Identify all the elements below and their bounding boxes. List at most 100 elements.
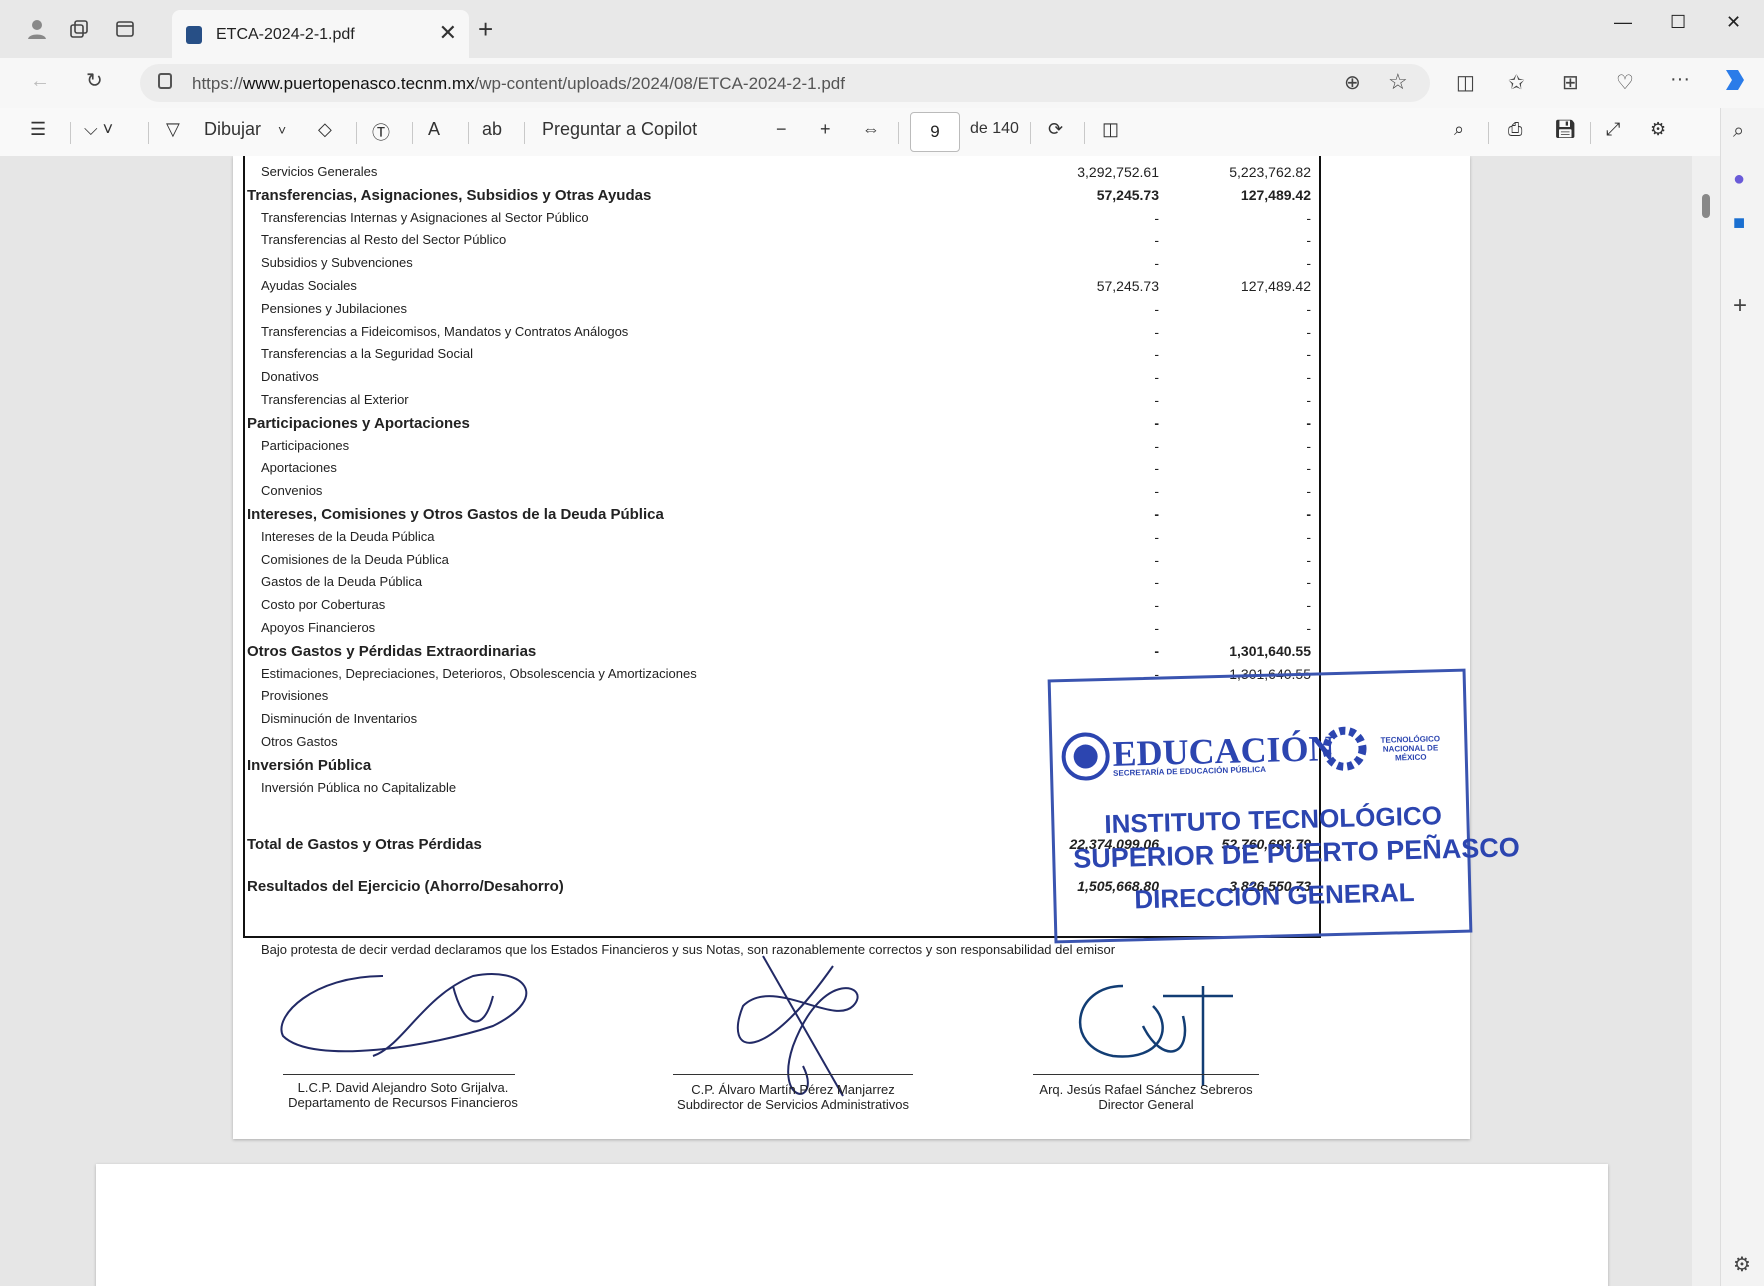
- table-row: Transferencias Internas y Asignaciones a…: [245, 210, 1319, 232]
- print-icon[interactable]: ⎙: [1508, 119, 1522, 140]
- row-value-2024: -: [1154, 528, 1159, 545]
- table-row: Donativos - -: [245, 369, 1319, 391]
- draw-button[interactable]: Dibujar: [204, 119, 261, 140]
- row-value-2023: 127,489.42: [1240, 278, 1311, 294]
- row-value-2023: -: [1306, 300, 1311, 317]
- rotate-icon[interactable]: ⟳: [1048, 119, 1063, 140]
- edge-sidebar: ⌕ ● ■ + ⚙: [1720, 108, 1764, 1286]
- zoom-out-button[interactable]: −: [776, 119, 787, 140]
- row-value-2024: -: [1154, 506, 1159, 522]
- workspaces-icon[interactable]: [64, 14, 94, 44]
- row-label: Disminución de Inventarios: [261, 711, 418, 727]
- profile-icon[interactable]: [22, 14, 52, 44]
- row-value-2023: -: [1306, 232, 1311, 249]
- address-row: ← ↻ https://www.puertopenasco.tecnm.mx/w…: [0, 58, 1764, 108]
- text-box-icon[interactable]: Ⓣ: [372, 119, 390, 145]
- row-label: Gastos de la Deuda Pública: [261, 574, 423, 590]
- tab-active[interactable]: ETCA-2024-2-1.pdf ✕: [172, 10, 469, 58]
- table-row: Apoyos Financieros - -: [245, 620, 1319, 642]
- signature-3: [1078, 984, 1233, 1086]
- row-value-2023: -: [1306, 506, 1311, 522]
- collections-icon[interactable]: ⊞: [1562, 70, 1579, 95]
- row-value-2023: -: [1306, 437, 1311, 454]
- row-label: Otros Gastos y Pérdidas Extraordinarias: [247, 642, 537, 660]
- draw-dropdown-icon[interactable]: ˅: [278, 122, 286, 138]
- row-label: Ayudas Sociales: [261, 278, 357, 293]
- back-icon[interactable]: ←: [30, 70, 50, 93]
- ask-copilot-button[interactable]: Preguntar a Copilot: [542, 119, 697, 140]
- site-info-icon[interactable]: [158, 73, 172, 89]
- close-tab-icon[interactable]: ✕: [439, 20, 457, 46]
- row-label: Inversión Pública: [247, 756, 372, 774]
- divider: [70, 122, 71, 144]
- table-row: Costo por Coberturas - -: [245, 597, 1319, 619]
- row-label: Transferencias a la Seguridad Social: [261, 346, 473, 362]
- page-number-input[interactable]: 9: [910, 112, 960, 152]
- translate-icon[interactable]: ab: [482, 119, 502, 140]
- pdf-page-next: [96, 1164, 1608, 1286]
- row-value-2023: -: [1306, 460, 1311, 477]
- close-window-button[interactable]: ✕: [1726, 12, 1741, 33]
- table-row: Gastos de la Deuda Pública - -: [245, 574, 1319, 596]
- row-value-2023: -: [1306, 483, 1311, 500]
- row-label: Participaciones: [261, 437, 350, 453]
- title-bar: ETCA-2024-2-1.pdf ✕ + — ☐ ✕: [0, 0, 1764, 58]
- url-text[interactable]: https://www.puertopenasco.tecnm.mx/wp-co…: [192, 74, 845, 94]
- contents-icon[interactable]: ☰: [30, 119, 46, 140]
- row-value-2024: 57,245.73: [1096, 186, 1159, 203]
- sidebar-m365-icon[interactable]: ●: [1733, 168, 1745, 191]
- fullscreen-icon[interactable]: ⤢: [1606, 119, 1620, 140]
- search-icon[interactable]: ⌕: [1454, 119, 1464, 140]
- more-menu-icon[interactable]: ···: [1670, 68, 1690, 91]
- row-label: Transferencias al Resto del Sector Públi…: [261, 232, 507, 248]
- draw-icon[interactable]: ▽: [166, 119, 180, 140]
- minimize-button[interactable]: —: [1614, 12, 1632, 33]
- fit-width-icon[interactable]: ⇔: [862, 119, 880, 140]
- zoom-in-button[interactable]: +: [820, 119, 831, 140]
- copilot-icon[interactable]: [1720, 66, 1748, 100]
- table-row: Transferencias al Exterior - -: [245, 392, 1319, 414]
- eraser-icon[interactable]: ◇: [318, 119, 332, 140]
- highlight-icon[interactable]: ⌵ ˅: [84, 119, 113, 140]
- table-row: Transferencias, Asignaciones, Subsidios …: [245, 187, 1319, 209]
- row-value-2024: 3,292,752.61: [1077, 164, 1159, 180]
- scrollbar-thumb[interactable]: [1702, 194, 1710, 218]
- sidebar-settings-icon[interactable]: ⚙: [1733, 1252, 1751, 1277]
- settings-icon[interactable]: ⚙: [1650, 119, 1666, 140]
- table-row: Comisiones de la Deuda Pública - -: [245, 552, 1319, 574]
- row-label: Costo por Coberturas: [261, 597, 386, 613]
- row-value-2023: 127,489.42: [1240, 186, 1311, 203]
- row-label: Transferencias, Asignaciones, Subsidios …: [247, 186, 652, 204]
- favorite-star-icon[interactable]: ☆: [1388, 69, 1408, 95]
- sidebar-outlook-icon[interactable]: ■: [1733, 212, 1745, 235]
- pdf-favicon-icon: [186, 26, 202, 44]
- scrollbar[interactable]: [1692, 156, 1720, 1286]
- maximize-button[interactable]: ☐: [1670, 12, 1686, 33]
- read-aloud-icon[interactable]: A: [428, 119, 440, 140]
- row-label: Servicios Generales: [261, 164, 378, 179]
- refresh-icon[interactable]: ↻: [86, 68, 103, 93]
- split-screen-icon[interactable]: ◫: [1456, 70, 1475, 95]
- row-value-2024: -: [1154, 369, 1159, 386]
- save-icon[interactable]: 💾︎: [1554, 119, 1577, 140]
- sidebar-search-icon[interactable]: ⌕: [1733, 120, 1744, 143]
- divider: [356, 122, 357, 144]
- row-value-2024: -: [1154, 346, 1159, 363]
- row-value-2023: -: [1306, 620, 1311, 636]
- row-label: Transferencias a Fideicomisos, Mandatos …: [261, 323, 629, 339]
- row-value-2024: -: [1154, 574, 1159, 591]
- divider: [148, 122, 149, 144]
- browser-essentials-icon[interactable]: ♡: [1616, 70, 1634, 95]
- zoom-icon[interactable]: ⊕: [1344, 70, 1361, 95]
- address-bar[interactable]: https://www.puertopenasco.tecnm.mx/wp-co…: [140, 64, 1430, 102]
- pdf-viewer: Servicios Generales 3,292,752.61 5,223,762…: [0, 156, 1720, 1286]
- favorites-icon[interactable]: ✩: [1508, 70, 1525, 95]
- page-view-icon[interactable]: ◫: [1102, 119, 1119, 140]
- row-value-2024: -: [1154, 483, 1159, 500]
- divider: [1084, 122, 1085, 144]
- sidebar-add-icon[interactable]: +: [1733, 292, 1747, 320]
- tab-actions-icon[interactable]: [110, 14, 140, 44]
- table-row: Intereses, Comisiones y Otros Gastos de …: [245, 506, 1319, 528]
- new-tab-button[interactable]: +: [478, 14, 493, 45]
- divider: [1488, 122, 1489, 144]
